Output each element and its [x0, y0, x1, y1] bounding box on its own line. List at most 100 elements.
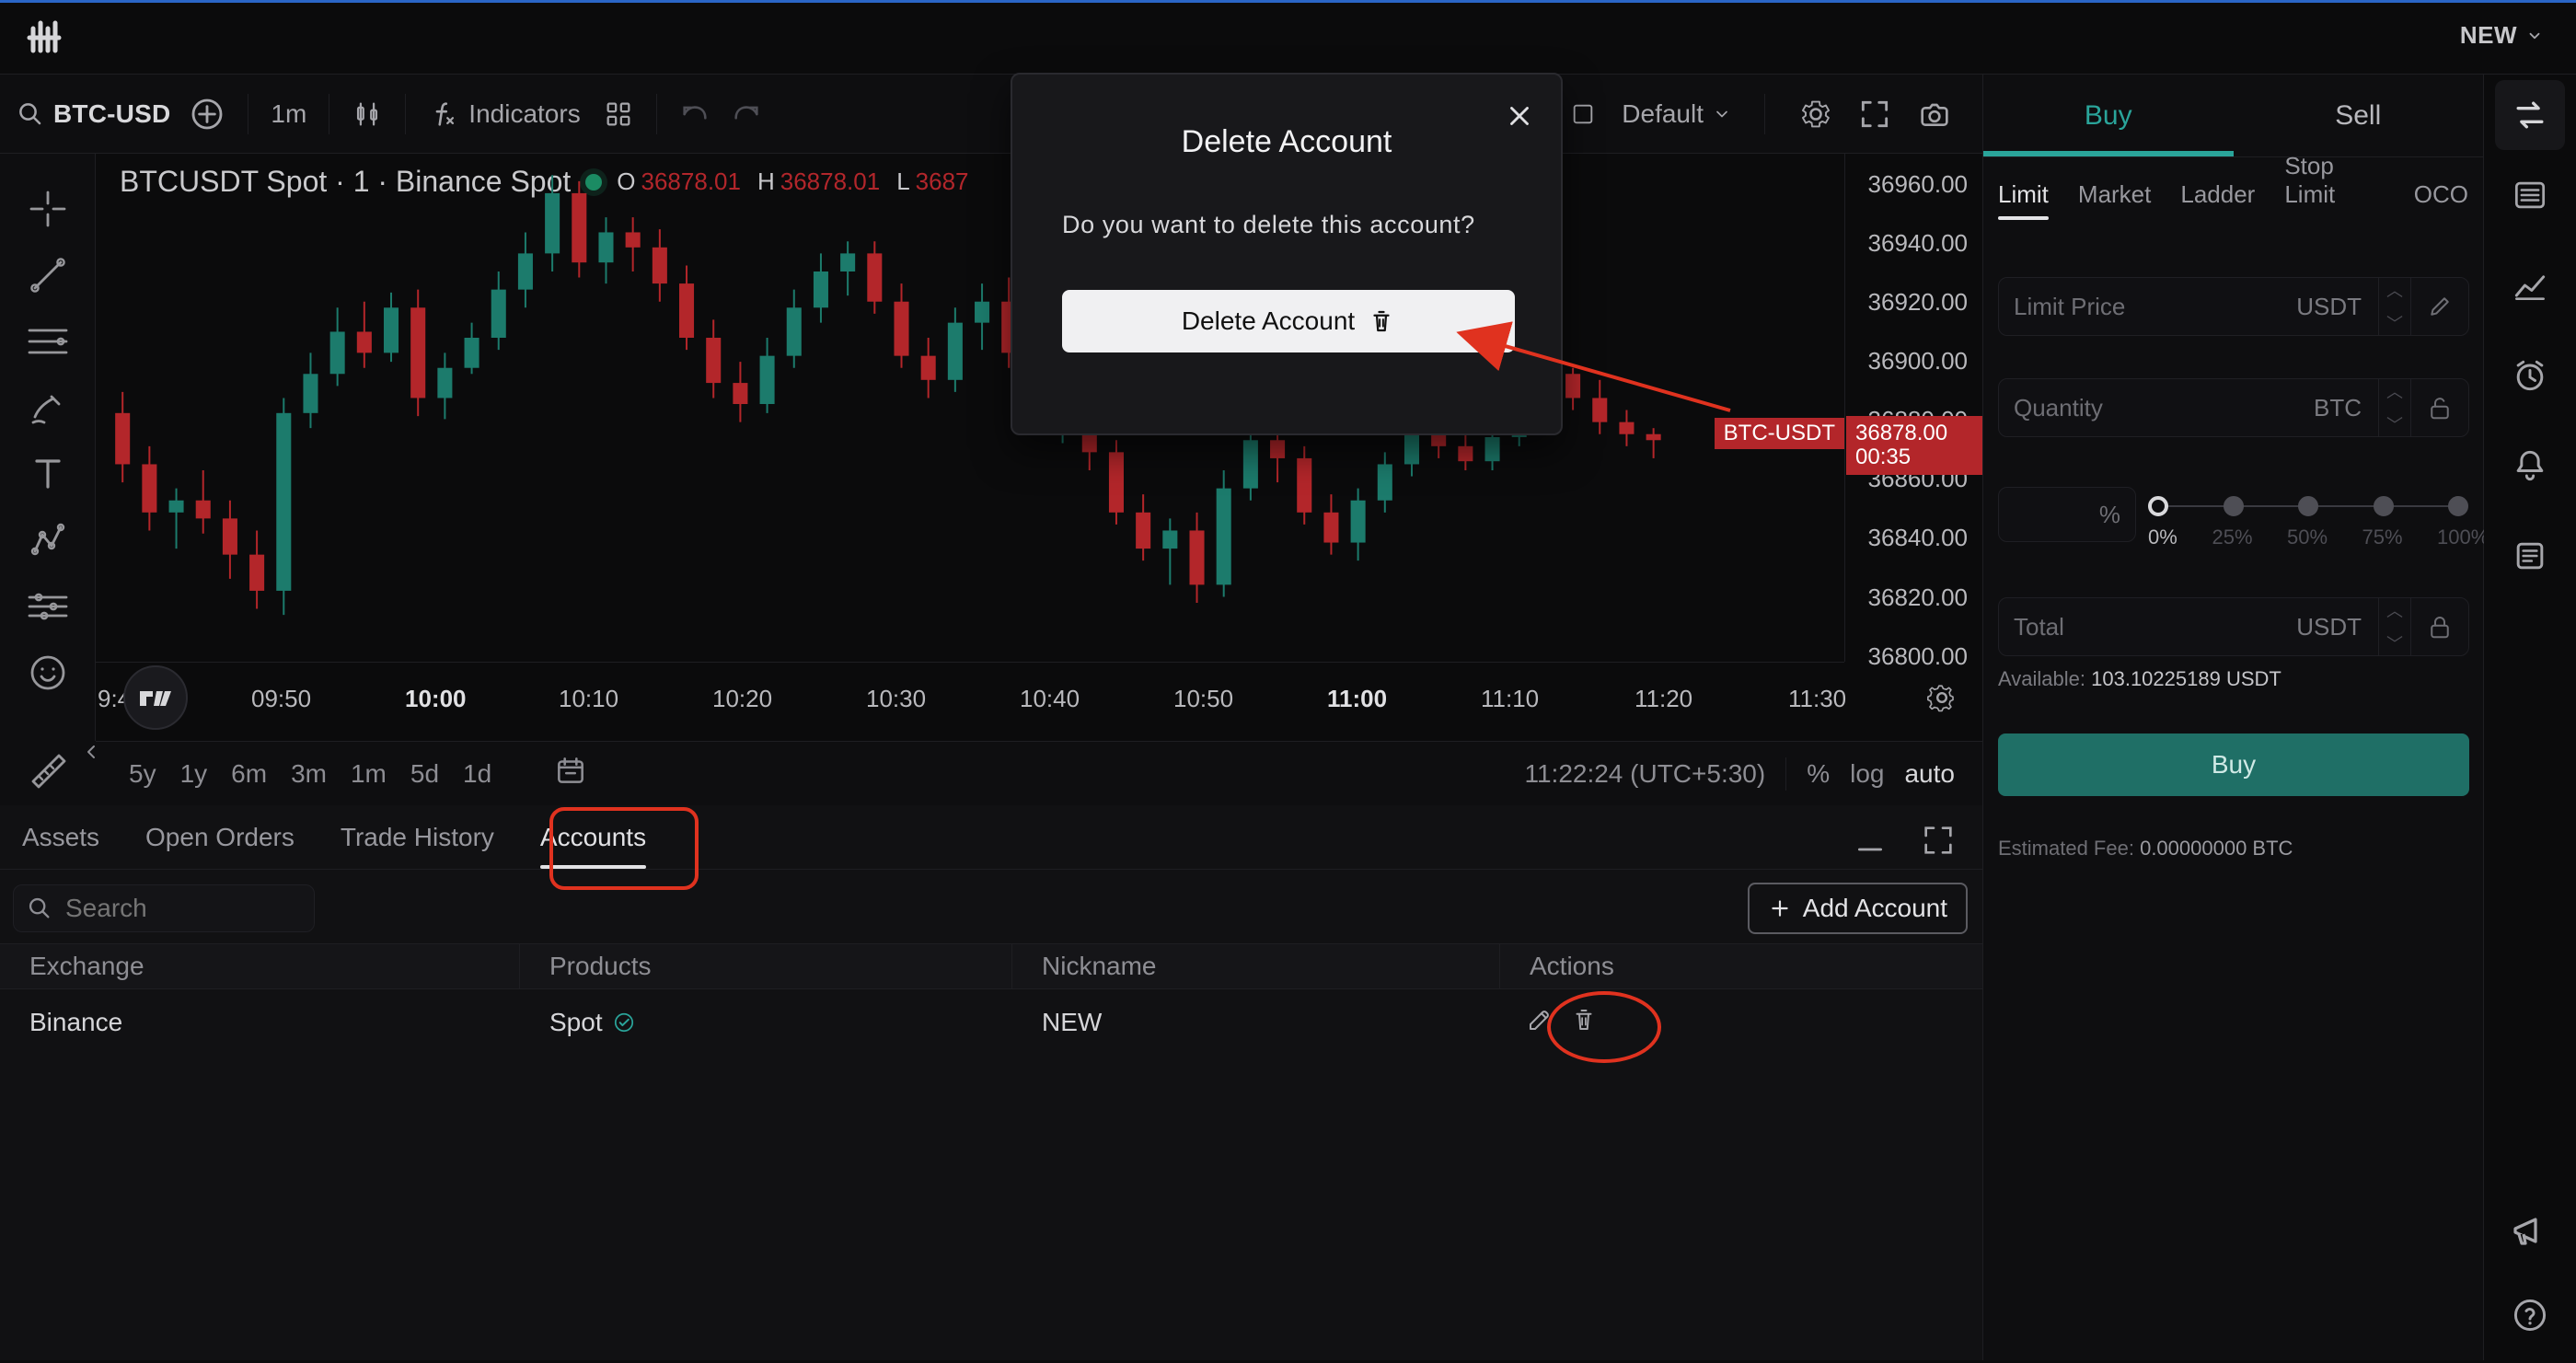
- log-scale-toggle[interactable]: log: [1850, 759, 1884, 789]
- percent-scale-toggle[interactable]: %: [1807, 759, 1830, 789]
- order-type-market[interactable]: Market: [2078, 180, 2151, 220]
- slider-stop[interactable]: [2298, 496, 2318, 516]
- limit-price-field[interactable]: Limit Price USDT ︿ ﹀: [1998, 277, 2469, 336]
- quantity-lock-button[interactable]: [2411, 379, 2468, 436]
- candles-icon: [357, 102, 378, 125]
- text-tool[interactable]: [0, 441, 96, 507]
- undo-button[interactable]: [679, 98, 710, 130]
- time-axis[interactable]: 9:40 09:50 10:00 10:10 10:20 10:30 10:40 10:50 1…: [96, 662, 1954, 741]
- column-header-products[interactable]: Products: [520, 944, 1012, 988]
- order-type-limit[interactable]: Limit: [1998, 180, 2049, 220]
- tab-assets[interactable]: Assets: [22, 823, 99, 869]
- column-header-nickname[interactable]: Nickname: [1012, 944, 1500, 988]
- candle-body: [303, 374, 318, 413]
- search-input[interactable]: [64, 893, 284, 924]
- smile-icon: [30, 655, 65, 690]
- date-range-button[interactable]: [553, 753, 588, 794]
- symbol-search[interactable]: BTC-USD: [17, 99, 170, 129]
- confirm-delete-account-button[interactable]: Delete Account: [1062, 290, 1515, 352]
- candle-body: [598, 232, 614, 263]
- range-buttons: 5y 1y 6m 3m 1m 5d 1d: [129, 759, 491, 789]
- crosshair-tool[interactable]: [0, 176, 96, 242]
- percent-input[interactable]: %: [1998, 487, 2136, 542]
- range-button[interactable]: 1d: [463, 759, 491, 789]
- search-icon: [19, 102, 41, 124]
- indicators-button[interactable]: Indicators: [428, 98, 581, 130]
- emoji-tool[interactable]: [0, 640, 96, 706]
- brush-tool[interactable]: [0, 375, 96, 441]
- buy-button[interactable]: Buy: [1998, 733, 2469, 796]
- range-button[interactable]: 6m: [231, 759, 267, 789]
- order-type-ladder[interactable]: Ladder: [2180, 180, 2255, 220]
- tab-trade-history[interactable]: Trade History: [341, 823, 494, 869]
- trendline-tool[interactable]: [0, 242, 96, 308]
- tab-sell[interactable]: Sell: [2234, 75, 2484, 156]
- slider-stop[interactable]: [2448, 496, 2468, 516]
- account-selector[interactable]: NEW: [2460, 21, 2543, 50]
- slider-stop[interactable]: [2223, 496, 2244, 516]
- limit-price-pick-button[interactable]: [2411, 278, 2468, 335]
- total-field[interactable]: Total USDT ︿ ﹀: [1998, 597, 2469, 656]
- amount-slider[interactable]: 0% 25% 50% 75% 100%: [2147, 494, 2489, 549]
- order-type-oco[interactable]: OCO: [2414, 180, 2468, 220]
- quantity-field[interactable]: Quantity BTC ︿ ﹀: [1998, 378, 2469, 437]
- news-button[interactable]: [2484, 511, 2576, 601]
- price-scale[interactable]: 36960.0036940.0036920.0036900.0036880.00…: [1844, 154, 1982, 670]
- auto-scale-toggle[interactable]: auto: [1904, 759, 1955, 789]
- slider-stop[interactable]: [2148, 496, 2168, 516]
- alarms-button[interactable]: [2484, 330, 2576, 421]
- timezone-clock[interactable]: 11:22:24 (UTC+5:30): [1524, 759, 1765, 789]
- tab-buy[interactable]: Buy: [1983, 75, 2234, 156]
- trade-panel-toggle-button[interactable]: [2495, 80, 2565, 150]
- snapshot-button[interactable]: [1916, 96, 1953, 133]
- total-lock-button[interactable]: [2411, 598, 2468, 655]
- range-button[interactable]: 1y: [180, 759, 208, 789]
- tab-open-orders[interactable]: Open Orders: [145, 823, 295, 869]
- chart-template-selector[interactable]: Default: [1570, 99, 1731, 129]
- notifications-button[interactable]: [2484, 421, 2576, 511]
- help-button[interactable]: [2484, 1270, 2576, 1360]
- accounts-search[interactable]: [13, 884, 315, 932]
- range-button[interactable]: 5y: [129, 759, 156, 789]
- candle-body: [142, 464, 157, 513]
- side-tabs: Buy Sell: [1983, 75, 2483, 157]
- range-button[interactable]: 5d: [410, 759, 439, 789]
- slider-mark-label: 25%: [2212, 526, 2253, 549]
- pattern-tool[interactable]: [0, 507, 96, 573]
- chart-settings-button[interactable]: [1798, 97, 1833, 132]
- measure-tool[interactable]: [0, 573, 96, 640]
- total-stepper[interactable]: ︿ ﹀: [2378, 598, 2411, 655]
- add-account-button[interactable]: Add Account: [1747, 883, 1968, 934]
- price-tick-label: 36840.00: [1867, 524, 1968, 552]
- announcements-button[interactable]: [2484, 1185, 2576, 1276]
- horizontal-lines-tool[interactable]: [0, 308, 96, 375]
- maximize-panel-button[interactable]: [1920, 822, 1957, 863]
- chart-type-button[interactable]: [352, 98, 383, 130]
- orders-list-button[interactable]: [2484, 150, 2576, 240]
- delete-account-button[interactable]: [1570, 1006, 1598, 1040]
- range-button[interactable]: 3m: [291, 759, 327, 789]
- edit-account-button[interactable]: [1526, 1006, 1554, 1040]
- quantity-stepper[interactable]: ︿ ﹀: [2378, 379, 2411, 436]
- redo-button[interactable]: [731, 98, 762, 130]
- ruler-tool[interactable]: [0, 737, 96, 803]
- fullscreen-button[interactable]: [1857, 97, 1892, 132]
- interval-label: 1m: [271, 98, 307, 128]
- current-price-tag: 36878.00 00:35: [1846, 415, 1982, 475]
- order-type-stop-limit[interactable]: Stop Limit: [2284, 152, 2384, 220]
- slider-stop[interactable]: [2373, 496, 2394, 516]
- interval-selector[interactable]: 1m: [271, 99, 306, 129]
- layouts-button[interactable]: [603, 98, 634, 130]
- market-stats-button[interactable]: [2484, 240, 2576, 330]
- time-axis-settings-button[interactable]: [1925, 681, 1958, 719]
- compare-symbol-button[interactable]: [189, 96, 225, 133]
- range-button[interactable]: 1m: [351, 759, 387, 789]
- column-header-exchange[interactable]: Exchange: [0, 944, 520, 988]
- minimize-panel-button[interactable]: [1852, 822, 1889, 863]
- app-logo[interactable]: [24, 17, 64, 58]
- candle-body: [1458, 445, 1473, 462]
- tab-accounts[interactable]: Accounts: [539, 823, 647, 869]
- tradingview-badge[interactable]: [123, 665, 188, 730]
- limit-price-stepper[interactable]: ︿ ﹀: [2378, 278, 2411, 335]
- modal-message: Do you want to delete this account?: [1062, 211, 1475, 238]
